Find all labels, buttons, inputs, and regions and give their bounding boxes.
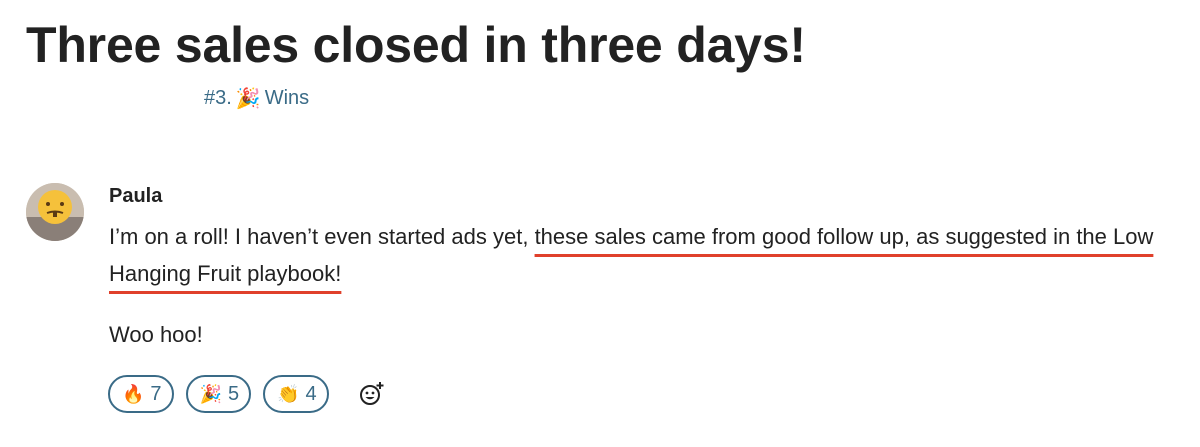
- post-author[interactable]: Paula: [109, 185, 162, 208]
- add-reaction-button[interactable]: [353, 375, 391, 413]
- reactions-bar: 🔥 7 🎉 5 👏 4: [108, 375, 391, 413]
- clapping-hands-icon: 👏: [277, 383, 300, 404]
- post-body: I’m on a roll! I haven’t even started ad…: [109, 218, 1184, 353]
- fire-icon: 🔥: [122, 383, 145, 404]
- category-name: Wins: [264, 87, 310, 109]
- category-link[interactable]: #3. 🎉 Wins: [204, 86, 309, 111]
- reaction-count: 4: [305, 382, 317, 405]
- avatar[interactable]: [26, 183, 84, 241]
- reaction-count: 5: [227, 382, 240, 405]
- category-number: #3.: [204, 87, 232, 109]
- party-popper-icon: 🎉: [235, 88, 261, 110]
- reaction-fire[interactable]: 🔥 7: [108, 375, 174, 413]
- reaction-party-popper[interactable]: 🎉 5: [185, 375, 252, 413]
- post-text: I’m on a roll! I haven’t even started ad…: [109, 224, 535, 249]
- topic-title: Three sales closed in three days!: [26, 17, 806, 73]
- party-popper-icon: 🎉: [199, 383, 222, 404]
- smiley-plus-icon: [359, 382, 384, 405]
- reaction-clapping-hands[interactable]: 👏 4: [263, 375, 329, 413]
- post-paragraph-closing: Woo hoo!: [109, 322, 203, 347]
- reaction-count: 7: [150, 382, 162, 405]
- post-paragraph: I’m on a roll! I haven’t even started ad…: [109, 218, 1184, 292]
